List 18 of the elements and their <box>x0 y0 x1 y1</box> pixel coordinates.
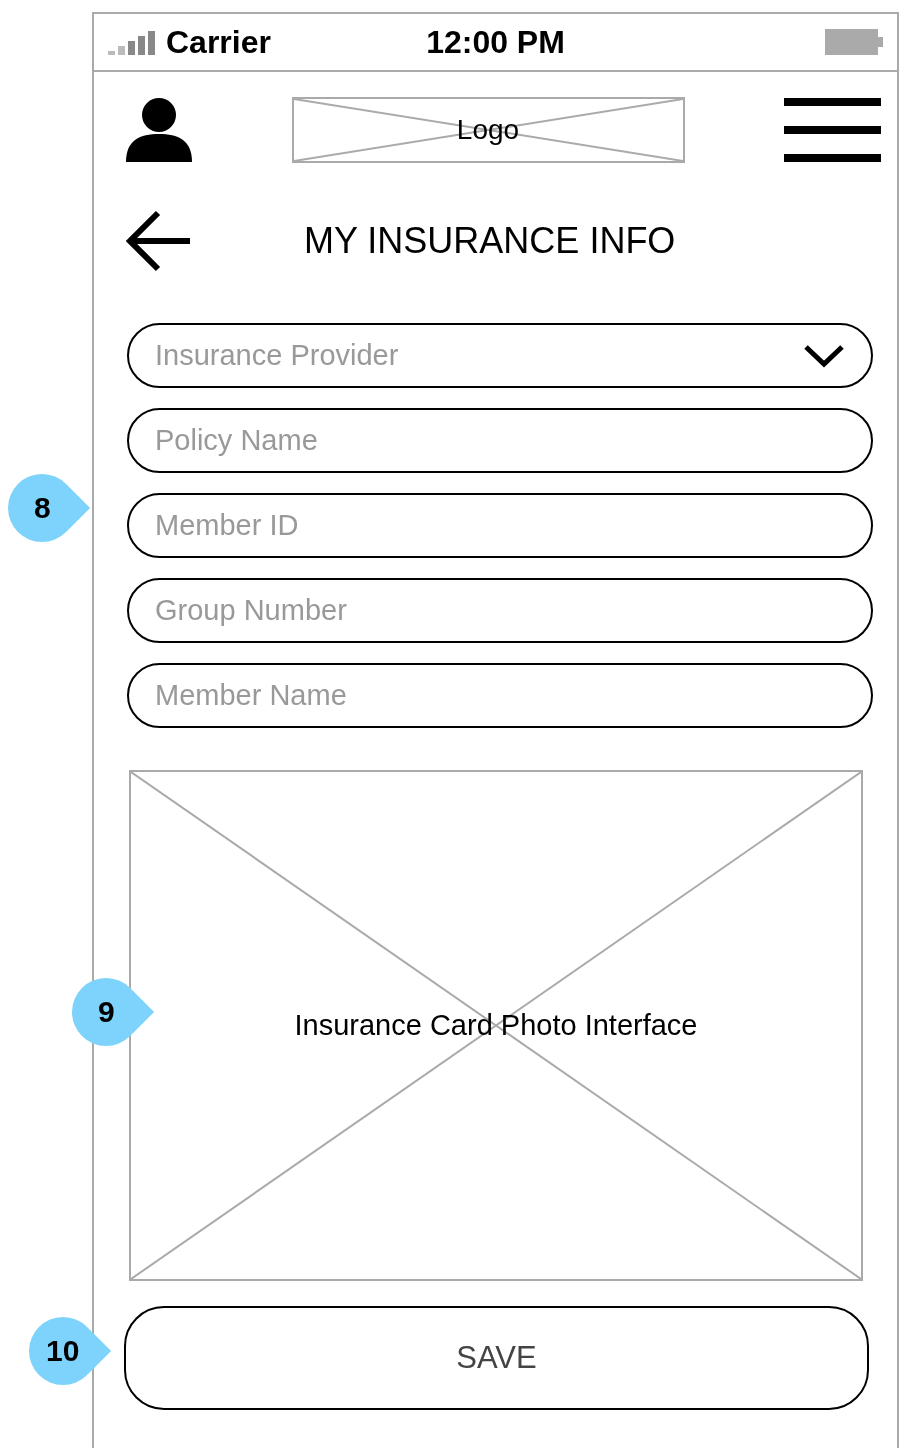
menu-icon[interactable] <box>784 98 881 162</box>
input-field[interactable]: Group Number <box>127 578 873 643</box>
chevron-down-icon <box>803 343 845 368</box>
signal-icon <box>108 29 156 55</box>
page-title: MY INSURANCE INFO <box>304 220 676 262</box>
cross-icon <box>131 772 861 1279</box>
save-button[interactable]: SAVE <box>124 1306 869 1410</box>
back-arrow-icon[interactable] <box>126 209 192 273</box>
battery-icon <box>825 29 883 55</box>
input-field[interactable]: Member Name <box>127 663 873 728</box>
photo-label: Insurance Card Photo Interface <box>294 1009 698 1042</box>
input-field[interactable]: Member ID <box>127 493 873 558</box>
logo-text: Logo <box>456 114 520 146</box>
photo-placeholder[interactable]: Insurance Card Photo Interface <box>129 770 863 1281</box>
status-time: 12:00 PM <box>426 23 565 61</box>
input-field[interactable]: Policy Name <box>127 408 873 473</box>
user-icon[interactable] <box>126 98 192 162</box>
carrier-name: Carrier <box>166 23 271 61</box>
